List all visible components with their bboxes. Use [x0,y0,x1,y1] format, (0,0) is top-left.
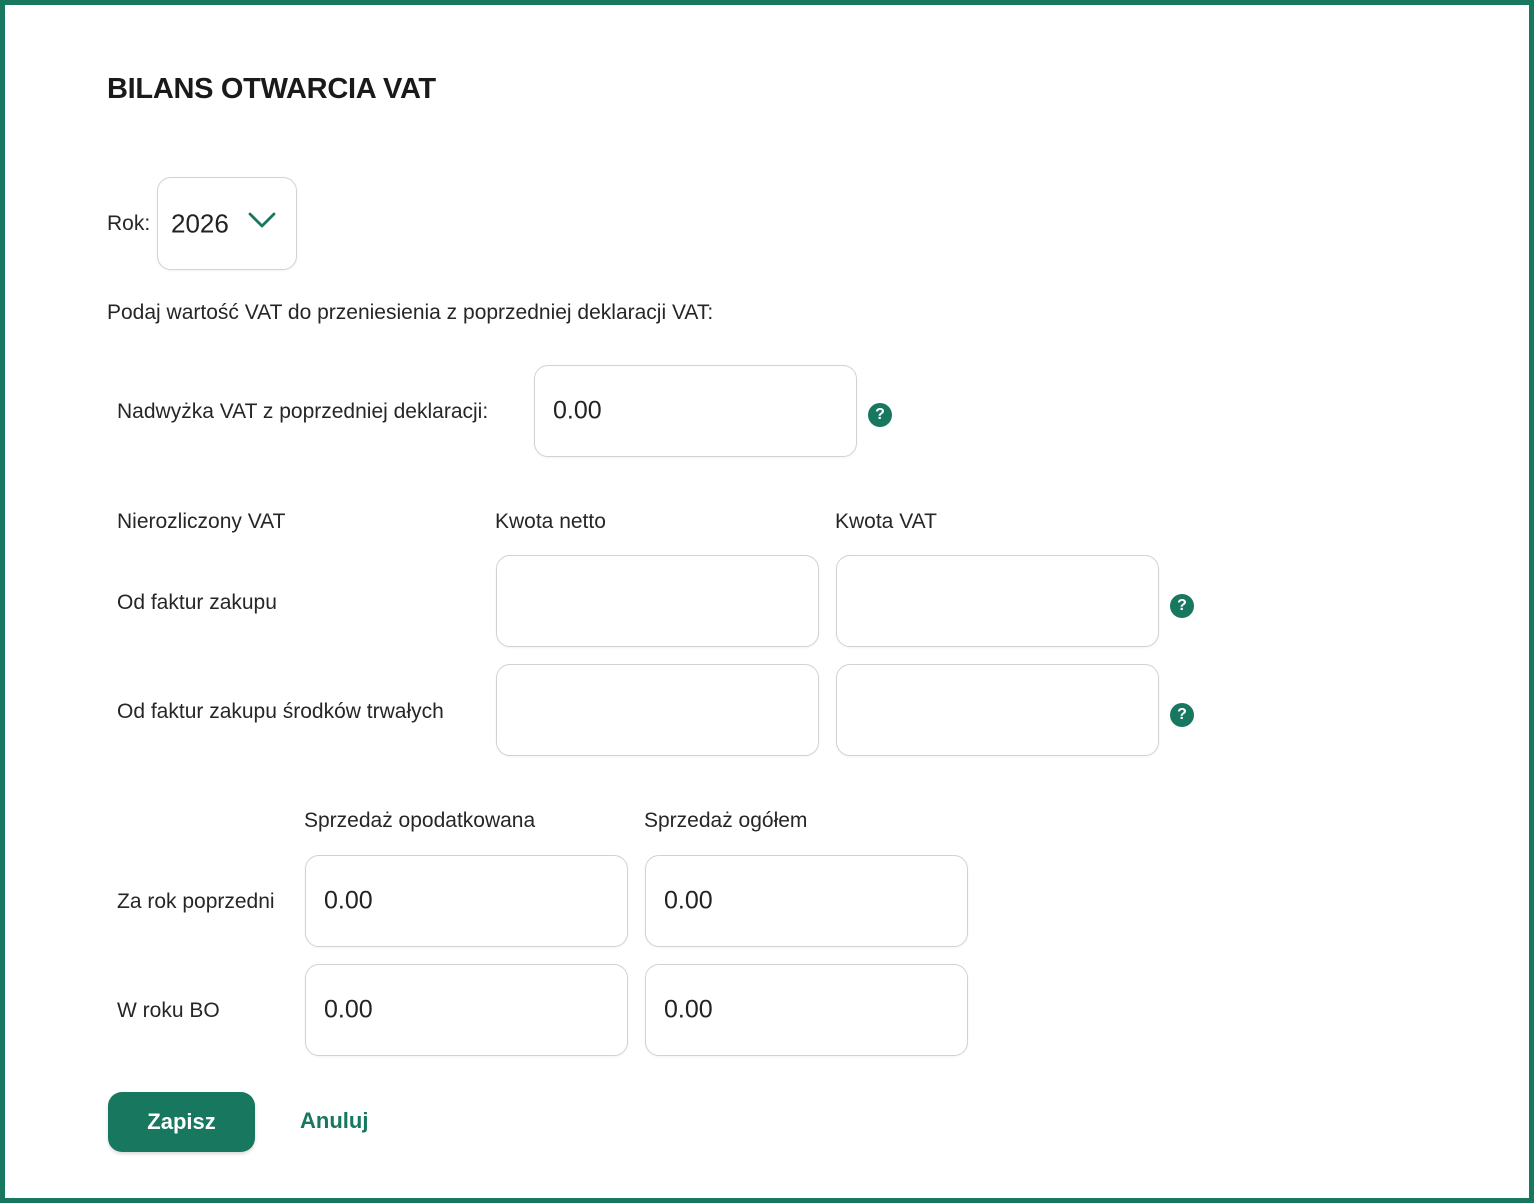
question-circle-icon[interactable]: ? [868,403,892,427]
question-circle-icon[interactable]: ? [1170,594,1194,618]
previous-year-total-value: 0.00 [664,886,713,915]
previous-year-taxed-value: 0.00 [324,886,373,915]
surplus-value: 0.00 [553,396,602,425]
col-vat-header: Kwota VAT [835,510,937,533]
page-title: BILANS OTWARCIA VAT [107,73,436,105]
year-label: Rok: [107,212,151,235]
unsettled-section-label: Nierozliczony VAT [117,510,286,533]
purchase-net-input[interactable] [496,555,819,647]
surplus-label: Nadwyżka VAT z poprzedniej deklaracji: [117,400,489,423]
bo-year-total-value: 0.00 [664,995,713,1024]
save-button[interactable]: Zapisz [108,1092,255,1152]
previous-year-taxed-input[interactable]: 0.00 [305,855,628,947]
col-taxed-header: Sprzedaż opodatkowana [304,809,536,832]
cancel-link[interactable]: Anuluj [300,1108,368,1134]
col-total-header: Sprzedaż ogółem [644,809,808,832]
fixed-assets-label: Od faktur zakupu środków trwałych [117,700,444,723]
previous-year-label: Za rok poprzedni [117,890,275,913]
col-net-header: Kwota netto [495,510,606,533]
fixed-assets-net-input[interactable] [496,664,819,756]
instruction-text: Podaj wartość VAT do przeniesienia z pop… [107,301,714,324]
purchase-vat-input[interactable] [836,555,1159,647]
bo-year-total-input[interactable]: 0.00 [645,964,968,1056]
purchase-invoices-label: Od faktur zakupu [117,591,277,614]
chevron-down-icon [248,212,276,228]
bo-year-label: W roku BO [117,999,220,1022]
bo-year-taxed-value: 0.00 [324,995,373,1024]
fixed-assets-vat-input[interactable] [836,664,1159,756]
previous-year-total-input[interactable]: 0.00 [645,855,968,947]
page-frame: BILANS OTWARCIA VAT Rok: 2026 Podaj wart… [0,0,1534,1203]
surplus-input[interactable]: 0.00 [534,365,857,457]
year-select[interactable]: 2026 [157,177,297,270]
bo-year-taxed-input[interactable]: 0.00 [305,964,628,1056]
year-value: 2026 [171,208,229,238]
question-circle-icon[interactable]: ? [1170,703,1194,727]
